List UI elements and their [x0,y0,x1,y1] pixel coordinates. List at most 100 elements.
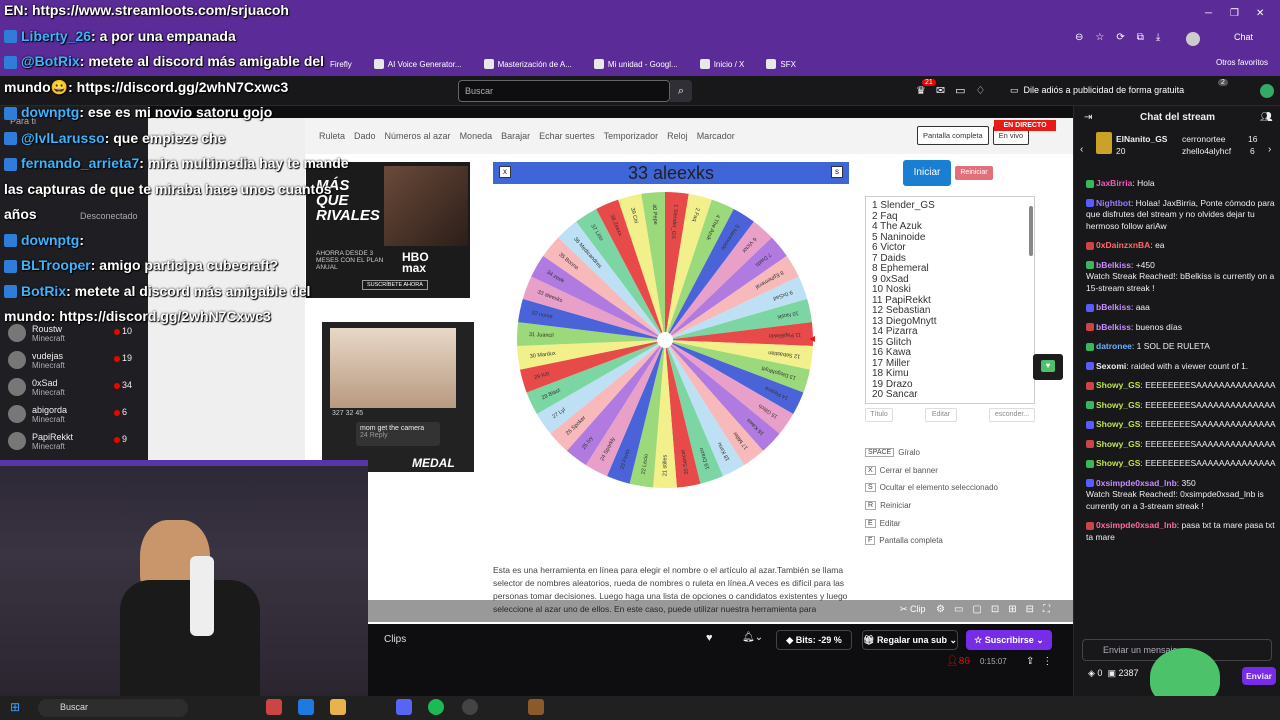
sidebar-channel[interactable]: PapiRekkt Minecraft 9 [8,432,127,451]
copilot-taskbar-icon[interactable] [266,699,282,715]
nav-moneda[interactable]: Moneda [460,131,493,141]
chat-username[interactable]: Showy_GS [1096,419,1140,429]
nav-numeros[interactable]: Números al azar [385,131,451,141]
notifications-bell-icon[interactable]: 🔔︎⌄ [742,632,763,643]
shortcut-key: E [865,518,876,528]
chat-username[interactable]: 0xsimpde0xsad_lnb [1096,520,1177,530]
title-button[interactable]: Título [865,408,893,422]
overlay-text: mundo: https://discord.gg/2whN7Cxwc3 [4,308,271,324]
windows-start-icon[interactable]: ⊞ [10,700,20,714]
search-input[interactable]: Buscar [458,80,670,102]
other-favorites[interactable]: Otros favoritos [1216,58,1268,67]
nav-temporizador[interactable]: Temporizador [604,131,659,141]
bookmark-icon [373,59,384,69]
minimize-icon[interactable]: ─ [1205,8,1212,19]
chat-text: EEEEEEEESAAAAAAAAAAAAAA [1145,399,1276,410]
names-textarea[interactable]: 1 Slender_GS 2 Faq 4 The Azuk 5 Naninoide 6 … [865,196,1035,404]
chat-username[interactable]: bBelkiss [1096,322,1131,332]
search-icon[interactable]: ⌕ [670,80,692,102]
chat-users-icon[interactable]: 👥︎ [1260,112,1273,123]
discord-taskbar-icon[interactable] [396,699,412,715]
spotify-taskbar-icon[interactable] [428,699,444,715]
nav-echar-suertes[interactable]: Echar suertes [539,131,595,141]
send-button[interactable]: Enviar [1242,667,1276,685]
clip-button[interactable]: ✂ Clip [900,604,926,615]
obs-taskbar-icon[interactable] [462,699,478,715]
ad-cta-button[interactable]: SUSCRÍBETE AHORA [362,280,428,290]
chat-username[interactable]: JaxBirria [1096,178,1132,188]
share-more-icons[interactable]: ⇪⋮ [1026,656,1060,667]
bookmark-google-drive[interactable]: Mi unidad - Googl... [593,59,678,69]
chat-username[interactable]: Showy_GS [1096,458,1140,468]
x-logo-icon [699,59,710,69]
taskbar-search[interactable]: Buscar [38,699,188,717]
overlay-username: Liberty_26 [21,27,92,44]
sidebar-channel[interactable]: abigorda Minecraft 6 [8,405,127,424]
sidebar-channel[interactable]: 0xSad Minecraft 34 [8,378,132,397]
copilot-chat-button[interactable]: Chat [1234,32,1253,42]
bookmark-x[interactable]: Inicio / X [699,59,744,69]
chat-username[interactable]: datronee [1096,341,1132,351]
maximize-icon[interactable]: ❐ [1230,8,1239,19]
profile-avatar[interactable] [1186,32,1200,46]
clip-icon: ✂ [900,604,911,614]
sidebar-channel[interactable]: Roustw Minecraft 10 [8,324,132,343]
favorite-button[interactable]: ♥ [1033,354,1063,380]
nav-ruleta[interactable]: Ruleta [319,131,345,141]
user-avatar[interactable] [1260,84,1274,98]
bits-button[interactable]: ◆ Bits: -29 % [776,630,852,650]
edit-button[interactable]: Editar [925,408,957,422]
live-dot-icon [114,383,120,389]
chat-message: Showy_GS: EEEEEEEESAAAAAAAAAAAAAA [1086,439,1276,451]
chat-username[interactable]: Showy_GS [1096,400,1140,410]
nav-marcador[interactable]: Marcador [697,131,735,141]
chat-username[interactable]: bBelkiss [1096,260,1131,270]
wheel-label: 31 Juancil [529,332,554,339]
name-wheel[interactable]: 1 Slender_GS 2 Faq 4 The Azuk5 Naninoide 6 … [515,190,815,490]
start-button[interactable]: Iniciar [903,160,951,186]
leaderboard-prev-icon[interactable]: ‹ [1080,144,1083,155]
browser-toolbar-icons[interactable]: ⊖☆⟳⧉⤓ [1075,32,1172,43]
chat-username[interactable]: Showy_GS [1096,380,1140,390]
list-scrollbar[interactable] [1029,206,1033,256]
chat-panel: ⇥ Chat del stream 👥︎ ‹ ElNanito_GS 20 ce… [1073,106,1280,696]
hide-button[interactable]: esconder... [989,408,1035,422]
bookmark-firefly[interactable]: Firefly [330,60,352,69]
chat-username[interactable]: Nightbot [1096,198,1131,208]
tab-clips[interactable]: Clips [384,634,406,645]
channel-points[interactable]: ◈ 0 ▣ 2387 [1088,668,1139,679]
close-banner-icon[interactable]: x [499,166,511,178]
avatar [8,378,26,396]
bookmark-sfx[interactable]: SFX [766,59,796,69]
chat-username[interactable]: 0xDainzxnBA [1096,240,1150,250]
chat-username[interactable]: Sexomi [1096,361,1126,371]
overlay-username: downptg [21,104,80,120]
reset-button[interactable]: Reiniciar [955,166,993,180]
overlay-username: BotRix [21,282,67,299]
wheel-title-bar[interactable]: x 33 aleexks s [493,162,849,184]
gift-sub-button[interactable]: 🎁︎ Regalar una sub ⌄ [862,630,958,650]
player-icons[interactable]: ⚙▭▢⊡⊞⊟⛶ [936,604,1059,615]
nav-barajar[interactable]: Barajar [501,131,530,141]
sidebar-channel[interactable]: vudejas Minecraft 19 [8,351,132,370]
bookmark-ai-voice[interactable]: AI Voice Generator... [373,59,462,69]
nav-dado[interactable]: Dado [354,131,376,141]
chat-message: Sexomi: raided with a viewer count of 1. [1086,361,1276,373]
bookmark-masterizacion[interactable]: Masterización de A... [483,59,572,69]
fullscreen-button[interactable]: Pantalla completa [917,126,989,145]
chat-username[interactable]: Showy_GS [1096,439,1140,449]
hide-selected-icon[interactable]: s [831,166,843,178]
chat-username[interactable]: bBelkiss [1096,302,1131,312]
edge-taskbar-icon[interactable] [298,699,314,715]
heart-icon: ♥ [1041,360,1055,372]
minecraft-taskbar-icon[interactable] [528,699,544,715]
follow-heart-icon[interactable]: ♥ [706,632,713,644]
close-icon[interactable]: ✕ [1256,8,1264,19]
explorer-taskbar-icon[interactable] [330,699,346,715]
leaderboard-next-icon[interactable]: › [1268,144,1271,155]
subscribe-button[interactable]: ☆ Suscribirse ⌄ [966,630,1052,650]
nav-reloj[interactable]: Reloj [667,131,688,141]
chat-username[interactable]: 0xsimpde0xsad_lnb [1096,478,1177,488]
shortcut-label: Editar [879,518,901,528]
ad-free-banner[interactable]: ▭ Dile adiós a publicidad de forma gratui… [1010,82,1200,98]
